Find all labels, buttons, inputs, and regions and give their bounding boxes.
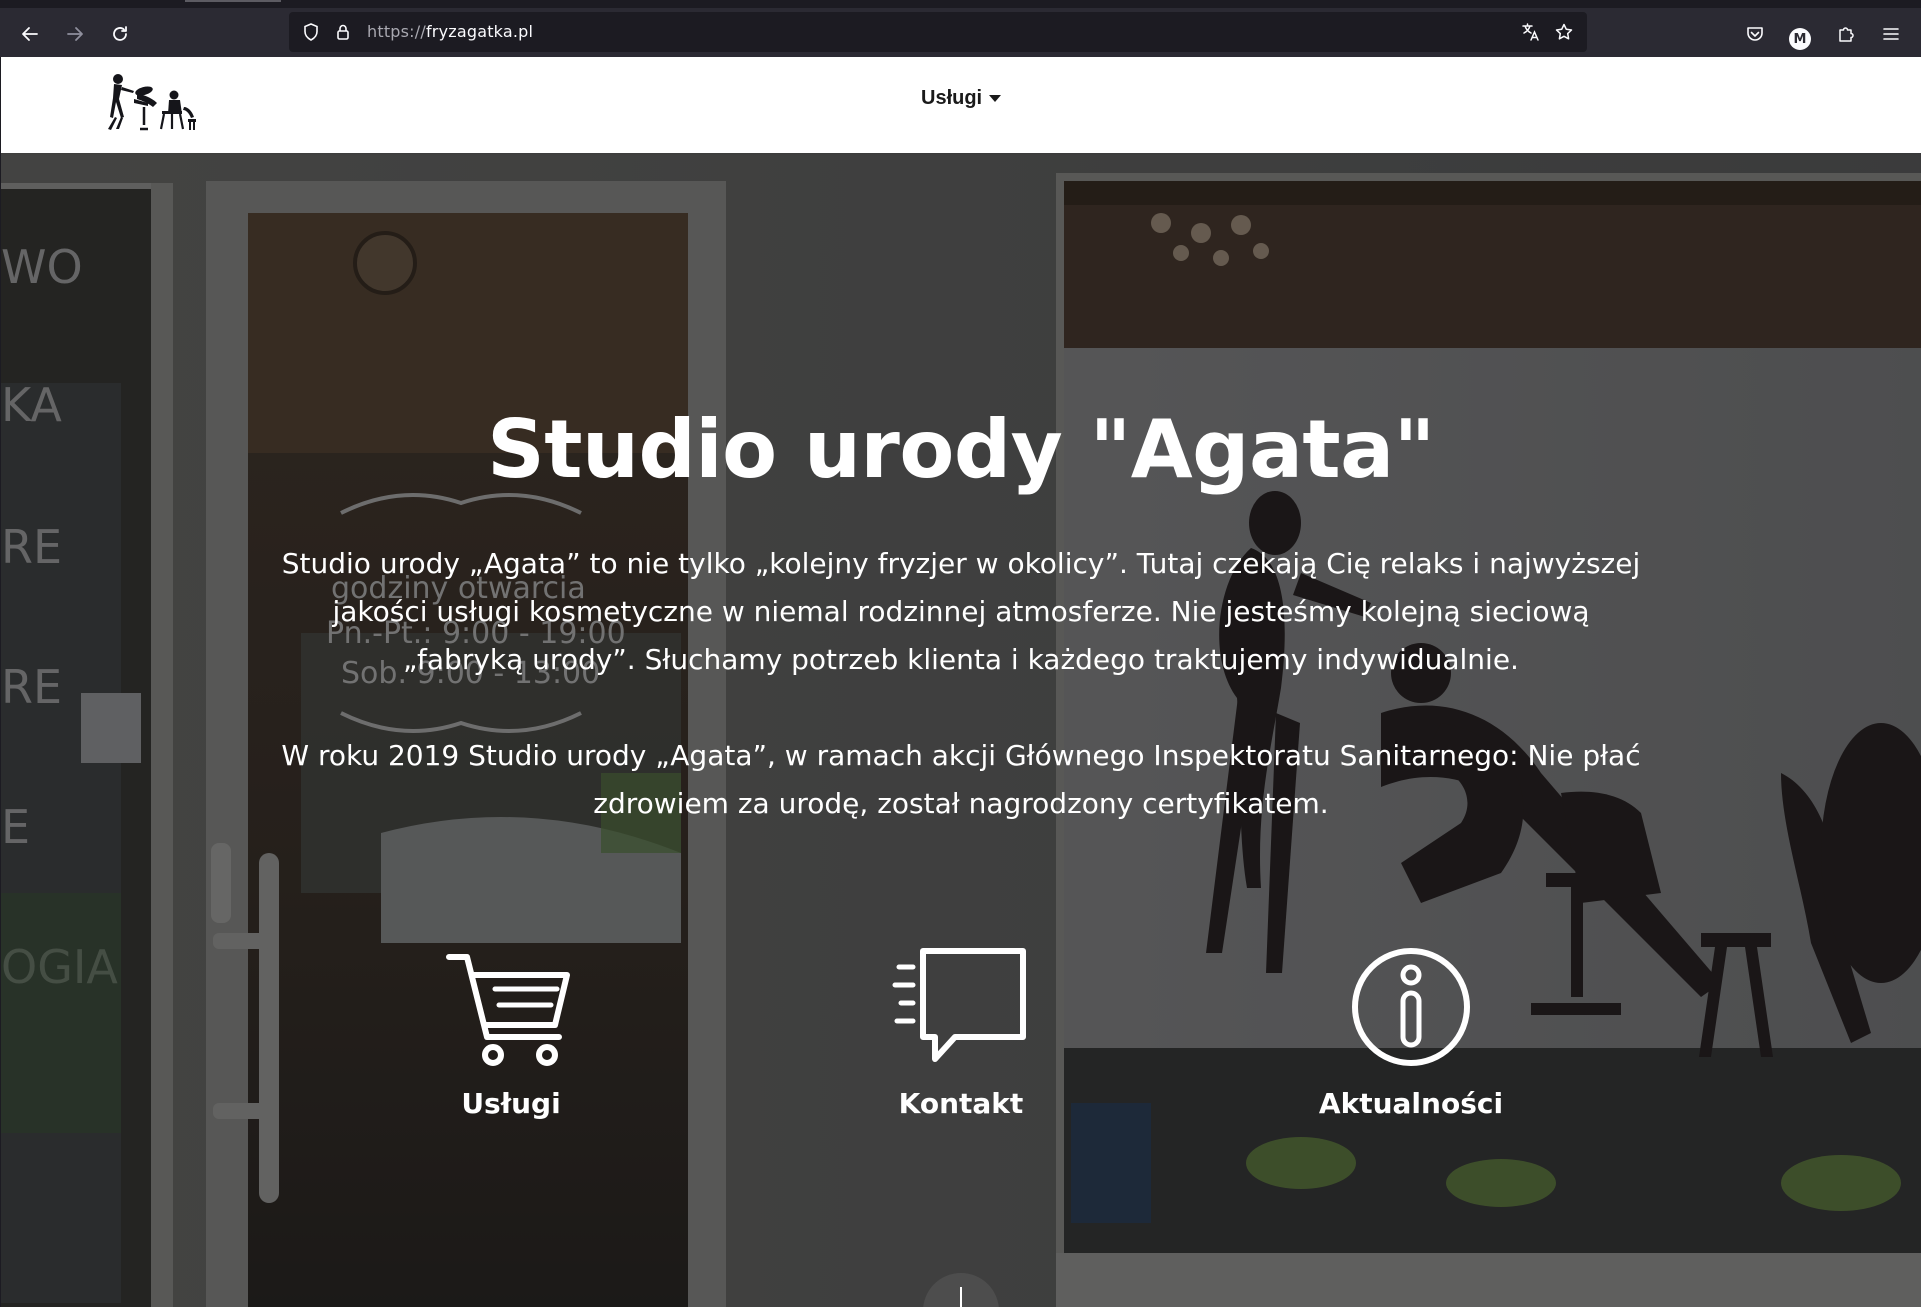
extensions-button[interactable] xyxy=(1830,18,1862,50)
feature-kontakt-label: Kontakt xyxy=(898,1087,1024,1120)
web-page: Usługi godziny otwarcia Pn.-Pt.: 9:00 - … xyxy=(1,57,1921,1307)
reload-button[interactable] xyxy=(104,18,136,50)
hero-certificate-paragraph: W roku 2019 Studio urody „Agata”, w rama… xyxy=(281,739,1641,820)
cart-icon xyxy=(446,954,570,1066)
site-header: Usługi xyxy=(1,57,1921,153)
active-tab-indicator xyxy=(185,0,281,2)
feature-aktualnosci-label: Aktualności xyxy=(1318,1087,1504,1120)
hero-section: godziny otwarcia Pn.-Pt.: 9:00 - 19:00 S… xyxy=(1,153,1921,1307)
hero-content: Studio urody "Agata" Studio urody „Agata… xyxy=(1,153,1921,1307)
info-icon xyxy=(1352,948,1470,1066)
hamburger-menu-icon xyxy=(1883,28,1899,40)
browser-toolbar: https://fryzagatka.pl M xyxy=(0,0,1921,57)
feature-kontakt[interactable]: Kontakt xyxy=(801,943,1121,1120)
feature-aktualnosci[interactable]: Aktualności xyxy=(1251,943,1571,1120)
hero-title: Studio urody "Agata" xyxy=(487,403,1435,496)
lock-icon[interactable] xyxy=(333,22,353,42)
bookmark-star-icon[interactable] xyxy=(1554,22,1574,42)
puzzle-icon xyxy=(1839,27,1854,42)
url-host: fryzagatka.pl xyxy=(425,22,534,41)
shield-icon[interactable] xyxy=(301,22,321,42)
url-protocol: https:// xyxy=(367,22,426,41)
salon-logo[interactable] xyxy=(104,67,200,133)
arrow-left-icon xyxy=(22,27,38,41)
hero-intro-paragraph: Studio urody „Agata” to nie tylko „kolej… xyxy=(281,547,1641,676)
address-bar[interactable]: https://fryzagatka.pl xyxy=(289,12,1587,52)
reload-icon xyxy=(113,26,127,41)
forward-button[interactable] xyxy=(59,18,91,50)
nav-services-label: Usługi xyxy=(921,87,983,109)
caret-down-icon xyxy=(989,95,1002,102)
chat-bubble-icon xyxy=(892,948,1026,1062)
translate-icon[interactable] xyxy=(1521,22,1541,42)
nav-services-dropdown[interactable]: Usługi xyxy=(921,87,1002,110)
scroll-down-button[interactable] xyxy=(923,1273,999,1307)
url-text[interactable]: https://fryzagatka.pl xyxy=(367,22,533,41)
pocket-icon xyxy=(1747,27,1763,41)
feature-uslugi[interactable]: Usługi xyxy=(351,943,671,1120)
account-avatar[interactable]: M xyxy=(1789,28,1811,50)
back-button[interactable] xyxy=(14,18,46,50)
arrow-right-icon xyxy=(67,27,83,41)
feature-uslugi-label: Usługi xyxy=(461,1087,561,1120)
app-menu-button[interactable] xyxy=(1875,18,1907,50)
arrow-down-icon xyxy=(960,1287,962,1307)
pocket-button[interactable] xyxy=(1739,18,1771,50)
